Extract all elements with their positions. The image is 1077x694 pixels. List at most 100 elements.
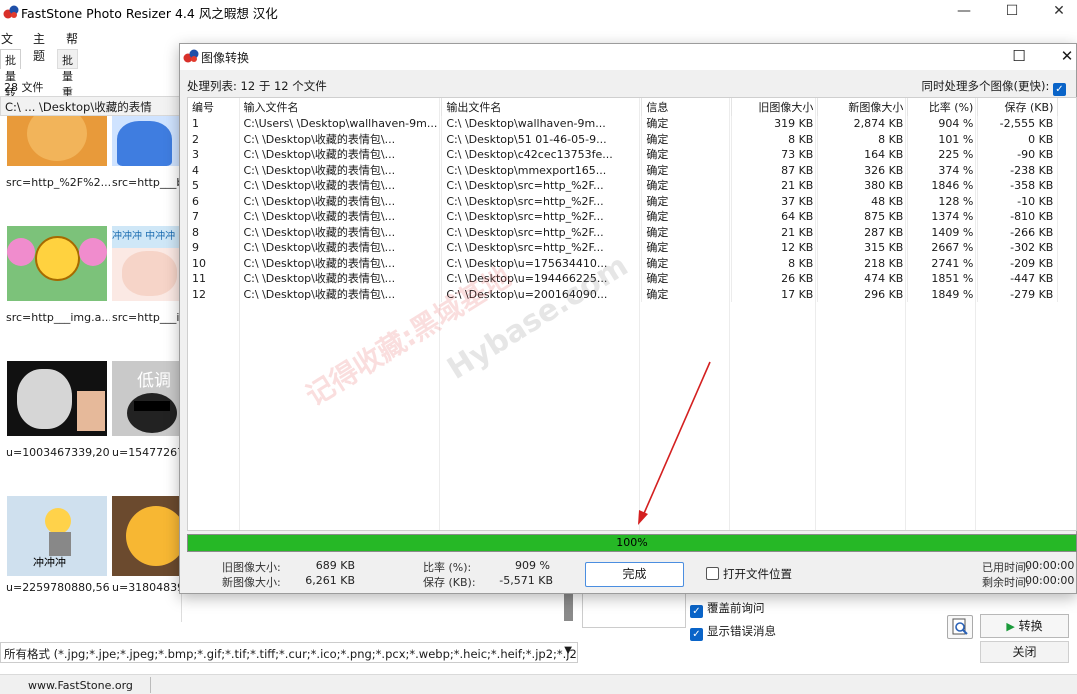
- tab-batch-convert[interactable]: 批量转换: [0, 49, 21, 115]
- thumbnail-2[interactable]: [112, 116, 181, 166]
- tab-batch-rename[interactable]: 批量重命名: [57, 49, 78, 131]
- col-header-old-size[interactable]: 旧图像大小: [731, 98, 819, 116]
- table-row[interactable]: 3 C:\ \Desktop\收藏的表情包\... C:\ \Desktop\c42…: [188, 147, 1059, 163]
- maximize-button[interactable]: ☐: [989, 0, 1035, 24]
- thumbnail-grid[interactable]: src=http_%2F%2... src=http___b... 冲冲冲 中冲…: [0, 116, 182, 622]
- cell-output-file: C:\ \Desktop\u=194466225...: [441, 271, 643, 287]
- table-row[interactable]: 11 C:\ \Desktop\收藏的表情包\... C:\ \Desktop\u=…: [188, 271, 1059, 287]
- table-row[interactable]: 8 C:\ \Desktop\收藏的表情包\... C:\ \Desktop\src…: [188, 224, 1059, 240]
- close-window-button[interactable]: ✕: [1036, 0, 1077, 24]
- col-header-new-size[interactable]: 新图像大小: [817, 98, 909, 116]
- table-row[interactable]: 4 C:\ \Desktop\收藏的表情包\... C:\ \Desktop\mme…: [188, 162, 1059, 178]
- cell-new-size: 2,874 KB: [817, 116, 909, 132]
- dialog-maximize-button[interactable]: ☐: [996, 44, 1042, 70]
- cell-index: 1: [188, 116, 240, 132]
- website-link[interactable]: www.FastStone.org: [28, 679, 133, 692]
- cell-input-file: C:\ \Desktop\收藏的表情包\...: [239, 255, 443, 271]
- processing-info: 处理列表: 12 于 12 个文件: [187, 79, 327, 93]
- cell-old-size: 12 KB: [731, 240, 819, 256]
- cell-ratio: 1409 %: [907, 224, 979, 240]
- cell-info: 确定: [641, 116, 733, 132]
- thumbnail-8[interactable]: [112, 496, 181, 576]
- saved-value: -5,571 KB: [499, 574, 553, 587]
- open-location-checkbox[interactable]: 打开文件位置: [706, 566, 792, 582]
- close-button[interactable]: 关闭: [980, 641, 1069, 663]
- chevron-down-icon: ▼: [564, 645, 572, 656]
- dialog-title: 图像转换: [201, 51, 250, 65]
- thumbnail-text-chong: 冲冲冲: [33, 556, 66, 569]
- cell-info: 确定: [641, 224, 733, 240]
- cell-output-file: C:\ \Desktop\src=http_%2F...: [441, 224, 643, 240]
- thumbnail-7[interactable]: 冲冲冲: [7, 496, 107, 576]
- cell-new-size: 474 KB: [817, 271, 909, 287]
- thumbnail-label-4: src=http___im...: [112, 311, 181, 324]
- table-row[interactable]: 6 C:\ \Desktop\收藏的表情包\... C:\ \Desktop\src…: [188, 193, 1059, 209]
- preview-button[interactable]: [947, 615, 973, 639]
- cell-new-size: 164 KB: [817, 147, 909, 163]
- table-row[interactable]: 7 C:\ \Desktop\收藏的表情包\... C:\ \Desktop\src…: [188, 209, 1059, 225]
- thumbnail-6[interactable]: 低调: [112, 361, 181, 436]
- col-header-saved[interactable]: 保存 (KB): [977, 98, 1059, 116]
- cell-output-file: C:\ \Desktop\src=http_%2F...: [441, 178, 643, 194]
- cell-ratio: 1846 %: [907, 178, 979, 194]
- thumbnail-1[interactable]: [7, 116, 107, 166]
- cell-new-size: 287 KB: [817, 224, 909, 240]
- convert-button[interactable]: ▶ 转换: [980, 614, 1069, 638]
- done-button[interactable]: 完成: [585, 562, 684, 587]
- format-filter-select[interactable]: 所有格式 (*.jpg;*.jpe;*.jpeg;*.bmp;*.gif;*.t…: [0, 642, 578, 663]
- thumbnail-5[interactable]: [7, 361, 107, 436]
- cell-ratio: 128 %: [907, 193, 979, 209]
- col-header-index[interactable]: 编号: [188, 98, 240, 116]
- saved-label: 保存 (KB):: [423, 576, 476, 589]
- menu-theme[interactable]: 主题: [33, 30, 45, 64]
- col-header-output[interactable]: 输出文件名: [441, 98, 643, 116]
- thumbnail-3[interactable]: [7, 226, 107, 301]
- cell-saved: -10 KB: [977, 193, 1059, 209]
- thumbnail-label-6: u=154772672...: [112, 446, 181, 459]
- magnifier-icon: [952, 618, 968, 635]
- cell-input-file: C:\ \Desktop\收藏的表情包\...: [239, 209, 443, 225]
- table-row[interactable]: 9 C:\ \Desktop\收藏的表情包\... C:\ \Desktop\src…: [188, 240, 1059, 256]
- cell-ratio: 1374 %: [907, 209, 979, 225]
- cell-saved: -358 KB: [977, 178, 1059, 194]
- remaining-label: 剩余时间:: [982, 576, 1030, 589]
- overwrite-checkbox[interactable]: ✓ 覆盖前询问: [690, 600, 765, 618]
- col-header-input[interactable]: 输入文件名: [239, 98, 443, 116]
- col-header-ratio[interactable]: 比率 (%): [907, 98, 979, 116]
- thumbnail-4[interactable]: 冲冲冲 中冲冲: [112, 226, 181, 301]
- table-row[interactable]: 2 C:\ \Desktop\收藏的表情包\... C:\ \Desktop\51 …: [188, 131, 1059, 147]
- cell-new-size: 875 KB: [817, 209, 909, 225]
- table-row[interactable]: 5 C:\ \Desktop\收藏的表情包\... C:\ \Desktop\src…: [188, 178, 1059, 194]
- thumbnail-label-5: u=1003467339,20...: [6, 446, 110, 459]
- cell-input-file: C:\ \Desktop\收藏的表情包\...: [239, 147, 443, 163]
- convert-label: 转换: [1018, 619, 1043, 633]
- play-icon: ▶: [1006, 620, 1015, 633]
- folder-path[interactable]: C:\ ... \Desktop\收藏的表情: [0, 96, 185, 116]
- cell-saved: -279 KB: [977, 286, 1059, 302]
- table-row[interactable]: 10 C:\ \Desktop\收藏的表情包\... C:\ \Desktop\u=…: [188, 255, 1059, 271]
- show-errors-checkbox[interactable]: ✓ 显示错误消息: [690, 623, 776, 641]
- cell-old-size: 8 KB: [731, 131, 819, 147]
- cell-info: 确定: [641, 271, 733, 287]
- file-list-table[interactable]: 编号 输入文件名 输出文件名 信息 旧图像大小 新图像大小 比率 (%) 保存 …: [187, 97, 1077, 531]
- col-header-info[interactable]: 信息: [641, 98, 733, 116]
- dialog-close-button[interactable]: ✕: [1044, 44, 1077, 70]
- thumbnail-scrollbar[interactable]: [564, 593, 573, 621]
- minimize-button[interactable]: —: [941, 0, 987, 24]
- cell-ratio: 2667 %: [907, 240, 979, 256]
- elapsed-value: 00:00:00: [1025, 559, 1075, 572]
- unchecked-box-icon: [706, 567, 719, 580]
- cell-old-size: 8 KB: [731, 255, 819, 271]
- check-icon[interactable]: ✓: [1053, 83, 1066, 96]
- check-icon: ✓: [690, 628, 703, 641]
- cell-old-size: 73 KB: [731, 147, 819, 163]
- table-row[interactable]: 12 C:\ \Desktop\收藏的表情包\... C:\ \Desktop\u=…: [188, 286, 1059, 302]
- multi-process-option[interactable]: 同时处理多个图像(更快): ✓: [921, 78, 1070, 96]
- cell-index: 11: [188, 271, 240, 287]
- multi-process-label: 同时处理多个图像(更快):: [921, 79, 1050, 93]
- cell-index: 7: [188, 209, 240, 225]
- thumbnail-label-2: src=http___b...: [112, 176, 181, 189]
- cell-index: 3: [188, 147, 240, 163]
- file-count: 28 文件: [4, 81, 44, 94]
- table-row[interactable]: 1 C:\Users\ \Desktop\wallhaven-9m... C:\ \…: [188, 116, 1059, 132]
